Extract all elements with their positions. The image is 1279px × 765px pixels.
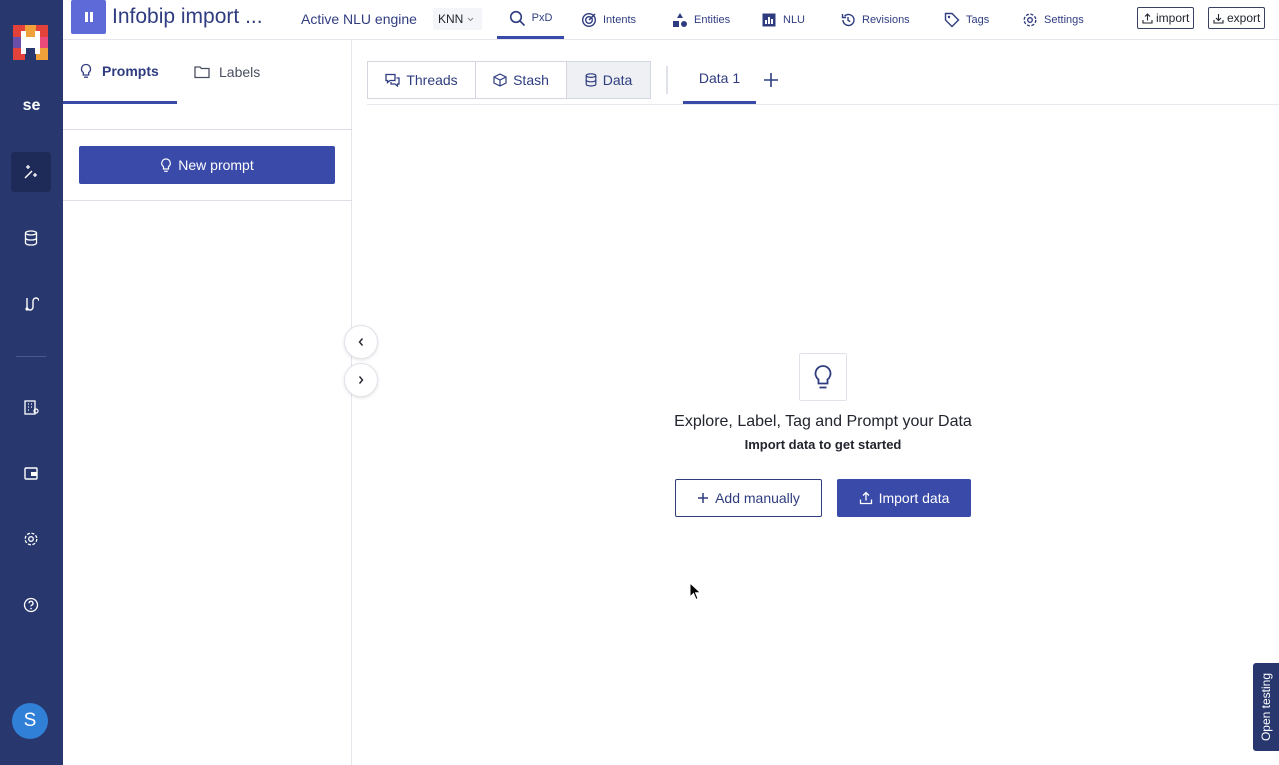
tab-data-1[interactable]: Data 1 (683, 60, 756, 104)
tab-tags-label: Tags (966, 13, 990, 26)
rail-pxd-button[interactable] (11, 152, 51, 192)
database-icon (585, 73, 597, 87)
prompts-panel: Prompts Labels New prompt (63, 40, 352, 765)
plus-icon (764, 73, 778, 87)
upload-icon (859, 491, 872, 505)
tab-intents[interactable]: Intents (581, 0, 636, 39)
add-manually-label: Add manually (715, 490, 800, 506)
lightbulb-icon (80, 63, 92, 78)
segment-stash[interactable]: Stash (475, 61, 567, 99)
open-testing-label: Open testing (1259, 672, 1274, 742)
tab-nlu[interactable]: NLU (761, 0, 805, 39)
tab-settings-label: Settings (1044, 13, 1084, 26)
chevron-left-icon (358, 338, 364, 346)
rail-help-button[interactable] (11, 585, 51, 625)
tab-labels[interactable]: Labels (178, 40, 276, 104)
rail-settings-button[interactable] (11, 519, 51, 559)
chat-icon (385, 73, 400, 87)
panel-tabs: Prompts Labels (63, 40, 352, 104)
export-button[interactable]: export (1208, 7, 1266, 29)
import-data-button[interactable]: Import data (837, 479, 971, 517)
empty-state-icon-box (799, 353, 847, 401)
empty-state-subtitle: Import data to get started (744, 437, 902, 452)
cursor-icon (689, 582, 702, 601)
tab-nlu-label: NLU (783, 13, 806, 26)
import-data-label: Import data (878, 490, 950, 506)
tab-revisions-label: Revisions (862, 13, 910, 26)
upload-icon (1142, 12, 1153, 24)
import-button[interactable]: import (1137, 7, 1195, 29)
panel-divider (63, 200, 352, 201)
tab-pxd-label: PxD (531, 12, 553, 24)
add-manually-button[interactable]: Add manually (675, 479, 822, 517)
lightbulb-icon (814, 365, 832, 389)
tab-pxd[interactable]: PxD (497, 0, 564, 39)
tab-intents-label: Intents (603, 13, 637, 26)
left-rail: se S (0, 0, 63, 765)
project-menu-button[interactable] (71, 0, 106, 34)
project-title: Infobip import ... (112, 5, 263, 28)
user-avatar[interactable]: S (12, 703, 48, 739)
segment-data[interactable]: Data (566, 61, 651, 99)
rail-wallet-button[interactable] (11, 453, 51, 493)
shapes-icon (673, 12, 687, 27)
gear-icon (1023, 12, 1037, 27)
add-tab-button[interactable] (761, 70, 781, 90)
tab-settings[interactable]: Settings (1022, 0, 1084, 39)
gear-icon (24, 532, 38, 546)
main-divider (367, 104, 1279, 105)
engine-select[interactable]: KNN (433, 8, 482, 30)
tab-entities-label: Entities (694, 13, 731, 26)
box-icon (493, 73, 507, 87)
top-header: Infobip import ... Active NLU engine KNN… (63, 0, 1279, 40)
history-icon (841, 13, 855, 26)
tag-icon (944, 12, 960, 27)
import-label: import (1156, 11, 1190, 25)
segment-threads-label: Threads (406, 72, 458, 88)
target-icon (581, 12, 597, 27)
segment-data-label: Data (602, 72, 633, 88)
panel-divider (63, 129, 352, 130)
rail-database-button[interactable] (11, 218, 51, 258)
segment-stash-label: Stash (513, 72, 549, 88)
toolbar-divider (666, 66, 668, 94)
building-icon (24, 400, 39, 415)
chevron-down-icon (467, 17, 474, 21)
app-logo[interactable] (13, 25, 48, 60)
collapse-panel-button[interactable] (344, 325, 378, 359)
tab-tags[interactable]: Tags (944, 0, 989, 39)
engine-label: Active NLU engine (301, 11, 417, 27)
tab-entities[interactable]: Entities (672, 0, 730, 39)
engine-select-value: KNN (438, 12, 464, 26)
empty-state-title: Explore, Label, Tag and Prompt your Data (674, 413, 972, 430)
rail-building-button[interactable] (11, 387, 51, 427)
bar-chart-icon (762, 13, 776, 26)
tab-labels-label: Labels (219, 64, 261, 80)
new-prompt-label: New prompt (178, 157, 254, 173)
pxd-icon (24, 165, 37, 179)
lightbulb-icon (161, 157, 172, 172)
open-testing-button[interactable]: Open testing (1253, 663, 1279, 751)
rail-divider (16, 356, 46, 357)
tab-prompts-label: Prompts (102, 62, 159, 79)
help-icon (23, 597, 39, 613)
rail-flow-button[interactable] (11, 284, 51, 324)
database-icon (24, 230, 38, 246)
workspace-abbr[interactable]: se (0, 97, 63, 115)
plus-icon (698, 493, 709, 503)
new-prompt-button[interactable]: New prompt (79, 146, 335, 184)
segment-threads[interactable]: Threads (367, 61, 476, 99)
chevron-right-icon (358, 376, 364, 384)
export-label: export (1227, 11, 1261, 25)
wallet-icon (24, 467, 38, 480)
search-icon (509, 10, 525, 26)
expand-panel-button[interactable] (344, 363, 378, 397)
folder-icon (194, 66, 210, 79)
tab-revisions[interactable]: Revisions (840, 0, 910, 39)
pause-icon (84, 12, 93, 22)
download-icon (1213, 13, 1224, 24)
mouse-cursor (689, 582, 702, 601)
tab-prompts[interactable]: Prompts (63, 40, 177, 104)
flow-icon (25, 297, 39, 311)
